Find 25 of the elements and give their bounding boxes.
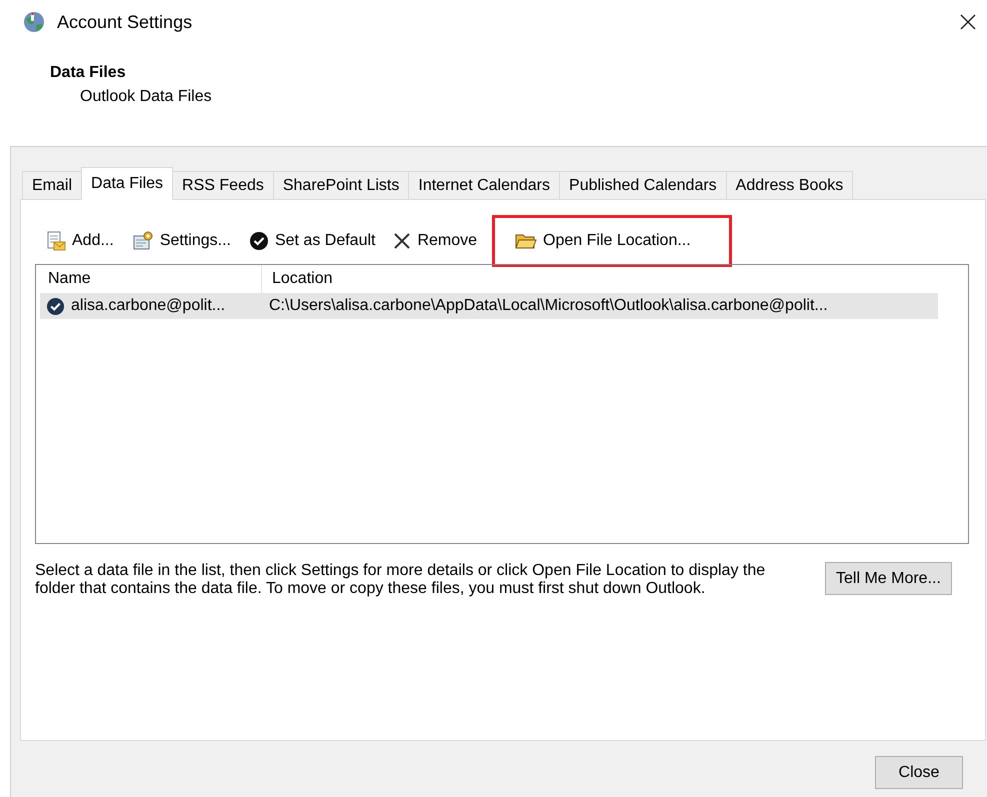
table-cell: alisa.carbone@polit... <box>71 297 226 315</box>
folder-icon <box>515 232 538 250</box>
window-title: Account Settings <box>57 12 192 32</box>
help-text: Select a data file in the list, then click Settings for more details or click Open File Location to display the folder that contains the data file. To move or copy these files, you must first shut down Outlook. <box>35 562 766 598</box>
close-icon[interactable] <box>960 14 976 30</box>
toolbar-button[interactable]: Set as Default <box>242 225 382 257</box>
tab[interactable]: Email <box>22 171 82 199</box>
document-envelope-icon <box>46 231 66 251</box>
toolbar-button[interactable]: Open File Location... <box>492 215 732 267</box>
section-title: Data Files <box>50 64 127 82</box>
table-cell: C:\Users\alisa.carbone\AppData\Local\Microsoft\Outlook\alisa.carbone@polit... <box>269 297 828 315</box>
list-row[interactable]: alisa.carbone@polit... C:\Users\alisa.carbone\AppData\Local\Microsoft\Outlook\alisa.carbone@polit... <box>40 293 938 319</box>
checkmark-icon <box>248 231 269 251</box>
tab[interactable]: Address Books <box>726 171 854 199</box>
close-button[interactable]: Close <box>875 756 963 789</box>
toolbar-button[interactable]: Remove <box>386 226 484 256</box>
x-icon <box>393 232 412 250</box>
section-subtitle: Outlook Data Files <box>80 88 213 106</box>
globe-icon <box>22 10 46 34</box>
toolbar-button[interactable]: Add... <box>39 225 121 257</box>
toolbar-button[interactable]: Settings... <box>124 225 238 257</box>
tab[interactable]: Data Files <box>81 167 174 200</box>
column-header[interactable]: Name <box>36 270 261 288</box>
tell-me-more-button[interactable]: Tell Me More... <box>825 562 952 595</box>
settings-icon <box>132 231 154 251</box>
